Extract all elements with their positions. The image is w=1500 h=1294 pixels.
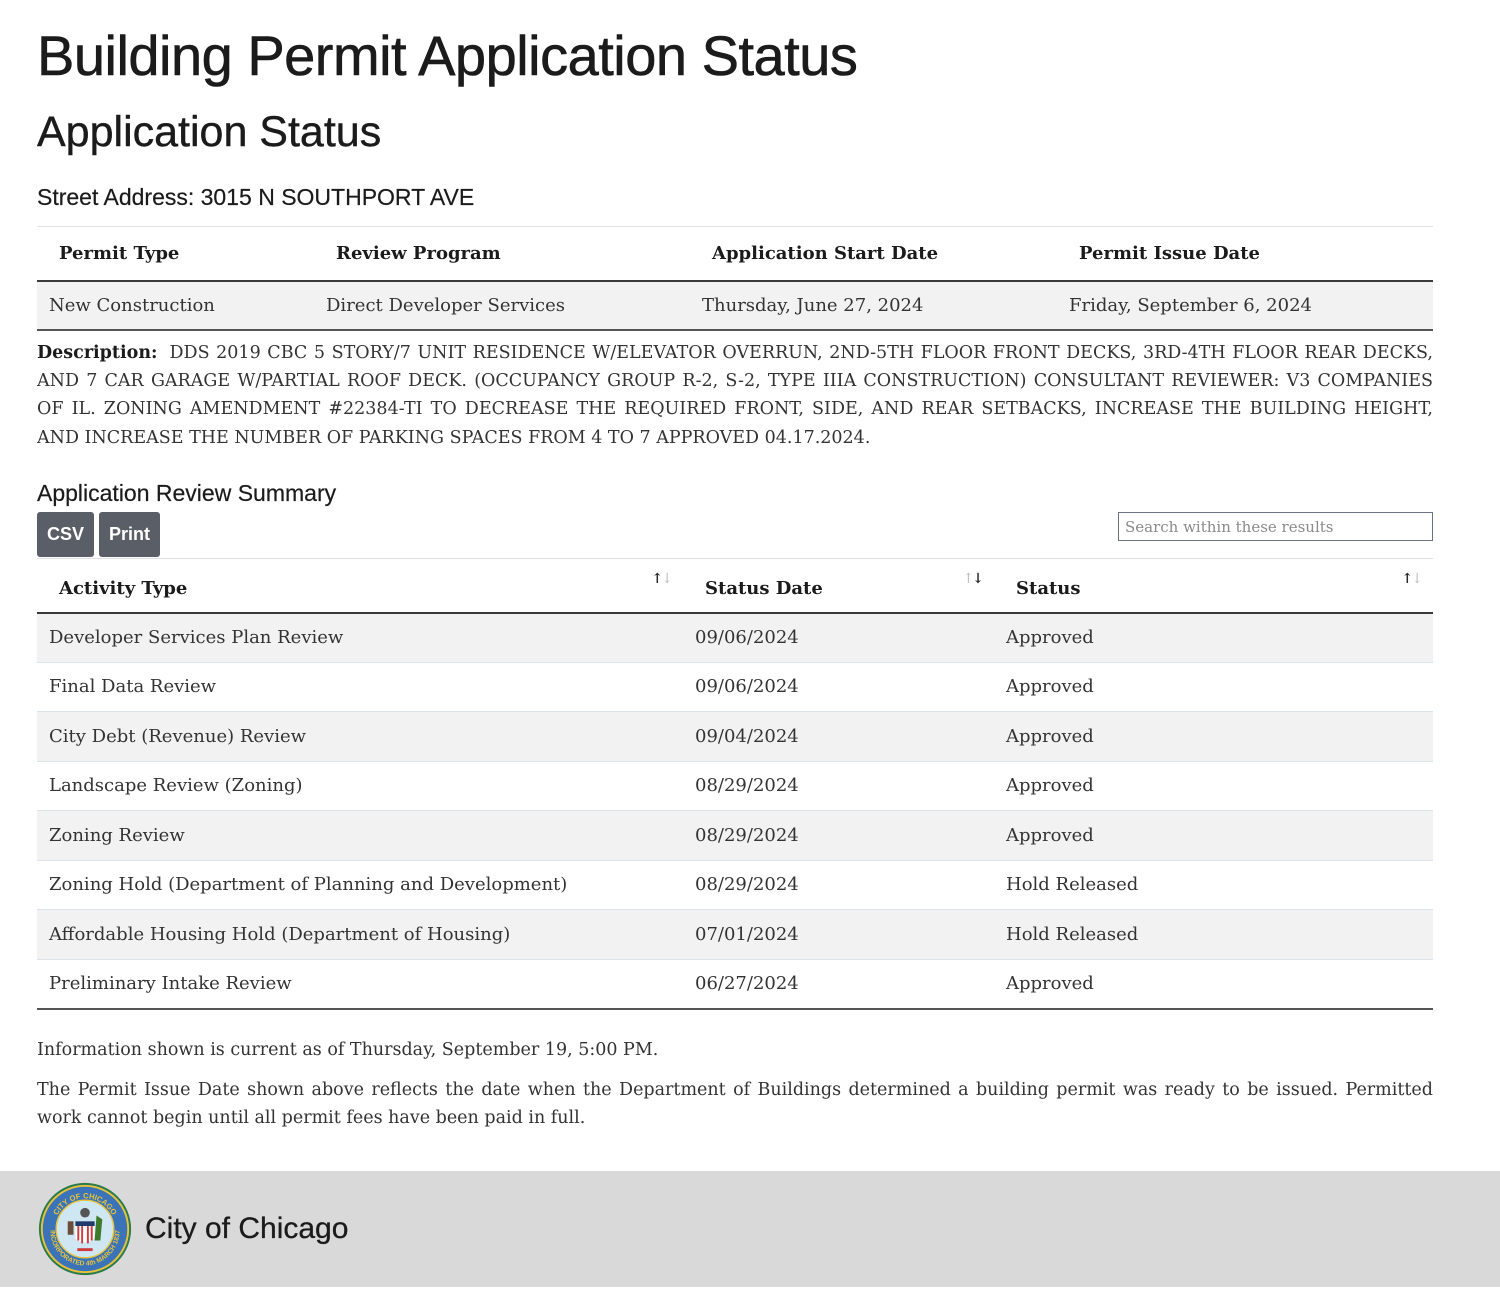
table-row: Developer Services Plan Review 09/06/202… — [37, 612, 1433, 663]
csv-button[interactable]: CSV — [37, 512, 95, 558]
sort-arrows-icon[interactable]: ↑↓ — [1402, 571, 1423, 587]
activity-type-cell: Preliminary Intake Review — [37, 959, 683, 1010]
column-header-status[interactable]: Status ↑↓ — [994, 558, 1433, 614]
review-summary-title: Application Review Summary — [37, 480, 337, 507]
permit-issue-date-header: Permit Issue Date — [1057, 226, 1433, 282]
status-cell: Approved — [994, 662, 1433, 713]
status-cell: Approved — [994, 612, 1433, 663]
status-date-cell: 08/29/2024 — [683, 810, 994, 861]
review-toolbar: CSV Print — [37, 512, 1433, 558]
footer-title[interactable]: City of Chicago — [145, 1212, 349, 1246]
review-summary-table: Activity Type ↑↓ Status Date ↑↓ Status ↑… — [37, 558, 1433, 1010]
table-row: Preliminary Intake Review 06/27/2024 App… — [37, 959, 1433, 1010]
permit-issue-date-note: The Permit Issue Date shown above reflec… — [37, 1080, 1433, 1129]
permit-row: New Construction Direct Developer Servic… — [37, 280, 1433, 331]
city-seal-icon[interactable]: CITY OF CHICAGO INCORPORATED 4th MARCH 1… — [37, 1181, 133, 1277]
current-as-of-note: Information shown is current as of Thurs… — [37, 1039, 659, 1060]
table-row: Affordable Housing Hold (Department of H… — [37, 909, 1433, 960]
description-label: Description: — [37, 342, 158, 363]
status-cell: Approved — [994, 959, 1433, 1010]
status-cell: Hold Released — [994, 909, 1433, 960]
street-address: Street Address: 3015 N SOUTHPORT AVE — [37, 184, 475, 210]
permit-type-value: New Construction — [37, 280, 314, 331]
activity-type-cell: Zoning Review — [37, 810, 683, 861]
column-label: Status — [1016, 577, 1081, 599]
section-title: Application Status — [37, 108, 382, 156]
table-row: Zoning Hold (Department of Planning and … — [37, 860, 1433, 911]
column-label: Activity Type — [59, 577, 188, 599]
activity-type-cell: Final Data Review — [37, 662, 683, 713]
status-date-cell: 09/06/2024 — [683, 662, 994, 713]
review-program-value: Direct Developer Services — [314, 280, 690, 331]
column-label: Status Date — [705, 577, 823, 599]
review-program-header: Review Program — [314, 226, 690, 282]
table-row: City Debt (Revenue) Review 09/04/2024 Ap… — [37, 711, 1433, 762]
status-date-cell: 07/01/2024 — [683, 909, 994, 960]
status-date-cell: 09/04/2024 — [683, 711, 994, 762]
sort-arrows-icon[interactable]: ↑↓ — [652, 571, 673, 587]
status-date-cell: 08/29/2024 — [683, 860, 994, 911]
activity-type-cell: Developer Services Plan Review — [37, 612, 683, 663]
search-input[interactable] — [1118, 512, 1433, 542]
column-header-activity-type[interactable]: Activity Type ↑↓ — [37, 558, 683, 614]
export-button-group: CSV Print — [37, 512, 161, 558]
activity-type-cell: Landscape Review (Zoning) — [37, 761, 683, 812]
description: Description: DDS 2019 CBC 5 STORY/7 UNIT … — [37, 339, 1433, 453]
application-start-date-header: Application Start Date — [690, 226, 1057, 282]
table-row: Final Data Review 09/06/2024 Approved — [37, 662, 1433, 713]
main-content: Building Permit Application Status Appli… — [0, 0, 1500, 1133]
status-date-cell: 06/27/2024 — [683, 959, 994, 1010]
activity-type-cell: Affordable Housing Hold (Department of H… — [37, 909, 683, 960]
permit-summary-table: Permit Type Review Program Application S… — [37, 226, 1433, 331]
sort-arrows-icon[interactable]: ↑↓ — [963, 571, 984, 587]
status-cell: Approved — [994, 810, 1433, 861]
permit-type-header: Permit Type — [37, 226, 314, 282]
status-cell: Approved — [994, 711, 1433, 762]
print-button[interactable]: Print — [99, 512, 161, 558]
table-row: Landscape Review (Zoning) 08/29/2024 App… — [37, 761, 1433, 812]
status-date-cell: 09/06/2024 — [683, 612, 994, 663]
status-date-cell: 08/29/2024 — [683, 761, 994, 812]
activity-type-cell: Zoning Hold (Department of Planning and … — [37, 860, 683, 911]
status-cell: Hold Released — [994, 860, 1433, 911]
application-start-date-value: Thursday, June 27, 2024 — [690, 280, 1057, 331]
site-footer: CITY OF CHICAGO INCORPORATED 4th MARCH 1… — [0, 1170, 1500, 1287]
column-header-status-date[interactable]: Status Date ↑↓ — [683, 558, 994, 614]
page-title: Building Permit Application Status — [37, 24, 858, 88]
permit-issue-date-value: Friday, September 6, 2024 — [1057, 280, 1433, 331]
description-text: DDS 2019 CBC 5 STORY/7 UNIT RESIDENCE W/… — [37, 342, 1433, 448]
activity-type-cell: City Debt (Revenue) Review — [37, 711, 683, 762]
table-row: Zoning Review 08/29/2024 Approved — [37, 810, 1433, 861]
status-cell: Approved — [994, 761, 1433, 812]
